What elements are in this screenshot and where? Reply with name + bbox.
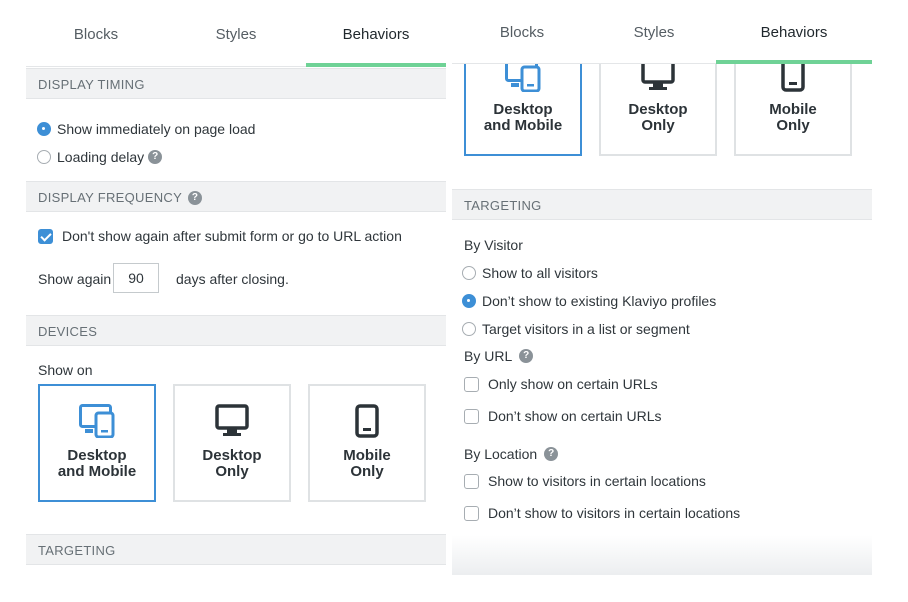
card-label-line1: Mobile (769, 101, 817, 118)
help-icon[interactable]: ? (544, 447, 559, 462)
tab-label: Behaviors (342, 26, 410, 43)
card-label-line1: Desktop (67, 447, 127, 464)
show-on-label: Show on (38, 362, 93, 378)
radio-unselected[interactable] (37, 150, 51, 165)
by-url-label: By URL? (464, 348, 534, 364)
desktop-icon (215, 404, 249, 436)
card-label-line2: Only (215, 463, 249, 480)
days-suffix-label: days after closing. (176, 271, 289, 287)
radio-dont-show-existing-profiles[interactable]: Don’t show to existing Klaviyo profiles (462, 293, 716, 309)
by-url-text: By URL (464, 348, 513, 364)
checkbox-label: Only show on certain URLs (488, 376, 658, 392)
tab-styles[interactable]: Styles (584, 0, 724, 63)
radio-selected[interactable] (462, 294, 476, 309)
checkbox-label: Don't show again after submit form or go… (62, 228, 402, 244)
desktop-mobile-icon (505, 64, 541, 92)
tab-label: Styles (633, 24, 675, 41)
tab-label: Behaviors (760, 24, 828, 41)
card-label-line2: Only (350, 463, 384, 480)
help-icon[interactable]: ? (519, 349, 534, 364)
checkbox-show-certain-locations[interactable]: Show to visitors in certain locations (464, 473, 706, 490)
radio-label: Don’t show to existing Klaviyo profiles (482, 293, 717, 309)
mobile-icon (355, 404, 379, 438)
device-card-desktop-mobile[interactable]: Desktop and Mobile (464, 64, 582, 156)
desktop-mobile-icon (79, 404, 115, 438)
tab-label: Styles (215, 26, 257, 43)
card-label-line2: Only (776, 117, 810, 134)
checkbox-unchecked[interactable] (464, 376, 479, 392)
by-location-label: By Location? (464, 446, 559, 462)
card-label-line2: and Mobile (57, 463, 137, 480)
radio-selected[interactable] (37, 122, 51, 137)
mobile-icon (781, 64, 805, 92)
radio-target-list-segment[interactable]: Target visitors in a list or segment (462, 321, 690, 337)
card-label-line2: Only (641, 117, 675, 134)
tab-label: Blocks (499, 24, 545, 41)
desktop-icon (641, 64, 675, 90)
tab-behaviors[interactable]: Behaviors (716, 0, 872, 64)
section-title: DISPLAY FREQUENCY (38, 190, 183, 205)
radio-loading-delay[interactable]: Loading delay? (37, 149, 163, 165)
device-card-mobile-only[interactable]: Mobile Only (734, 64, 852, 156)
device-card-desktop-mobile[interactable]: Desktop and Mobile (38, 384, 156, 502)
help-icon[interactable]: ? (188, 190, 203, 205)
bottom-fade-shadow (452, 535, 872, 575)
checkbox-checked[interactable] (38, 228, 53, 244)
checkbox-unchecked[interactable] (464, 505, 479, 521)
help-icon[interactable]: ? (148, 150, 163, 165)
card-label-line2: and Mobile (483, 117, 563, 134)
tab-behaviors[interactable]: Behaviors (306, 0, 446, 67)
show-again-label: Show again (38, 271, 112, 287)
by-visitor-label: By Visitor (464, 237, 523, 253)
tab-bar: Blocks Styles Behaviors (26, 0, 446, 67)
checkbox-unchecked[interactable] (464, 408, 479, 424)
checkbox-label: Don’t show on certain URLs (488, 408, 662, 424)
checkbox-unchecked[interactable] (464, 473, 479, 489)
card-label-line1: Desktop (628, 101, 688, 118)
checkbox-dont-show-certain-locations[interactable]: Don’t show to visitors in certain locati… (464, 505, 740, 522)
card-label-line1: Desktop (493, 101, 553, 118)
device-card-mobile-only[interactable]: Mobile Only (308, 384, 426, 502)
radio-label: Target visitors in a list or segment (482, 321, 690, 337)
tab-blocks[interactable]: Blocks (452, 0, 592, 63)
radio-label: Loading delay (57, 149, 145, 165)
section-header-display-frequency: DISPLAY FREQUENCY? (26, 181, 446, 212)
tab-bar: Blocks Styles Behaviors (452, 0, 872, 64)
days-input[interactable]: 90 (113, 263, 159, 293)
checkbox-label: Don’t show to visitors in certain locati… (488, 505, 741, 521)
checkbox-dont-show-again[interactable]: Don't show again after submit form or go… (38, 228, 402, 245)
tab-blocks[interactable]: Blocks (26, 0, 166, 66)
card-label-line1: Mobile (343, 447, 391, 464)
right-panel: Blocks Styles Behaviors Desktop and Mobi… (452, 0, 872, 575)
radio-label: Show immediately on page load (57, 121, 256, 137)
radio-unselected[interactable] (462, 322, 476, 337)
by-location-text: By Location (464, 446, 538, 462)
checkbox-only-show-certain-urls[interactable]: Only show on certain URLs (464, 376, 658, 393)
active-tab-indicator (306, 63, 446, 67)
tab-styles[interactable]: Styles (166, 0, 306, 66)
radio-unselected[interactable] (462, 266, 476, 281)
radio-show-immediately[interactable]: Show immediately on page load (37, 121, 255, 137)
section-header-devices: DEVICES (26, 315, 446, 346)
section-header-targeting: TARGETING (26, 534, 446, 565)
checkbox-label: Show to visitors in certain locations (488, 473, 706, 489)
section-header-targeting: TARGETING (452, 189, 872, 220)
card-label-line1: Desktop (202, 447, 262, 464)
tab-label: Blocks (73, 26, 119, 43)
left-panel: Blocks Styles Behaviors DISPLAY TIMING S… (26, 0, 446, 575)
device-card-desktop-only[interactable]: Desktop Only (173, 384, 291, 502)
section-header-display-timing: DISPLAY TIMING (26, 68, 446, 99)
device-card-desktop-only[interactable]: Desktop Only (599, 64, 717, 156)
checkbox-dont-show-certain-urls[interactable]: Don’t show on certain URLs (464, 408, 662, 425)
device-cards-scrolled: Desktop and Mobile Desktop Only Mobile O… (452, 64, 872, 174)
radio-show-all-visitors[interactable]: Show to all visitors (462, 265, 598, 281)
radio-label: Show to all visitors (482, 265, 598, 281)
